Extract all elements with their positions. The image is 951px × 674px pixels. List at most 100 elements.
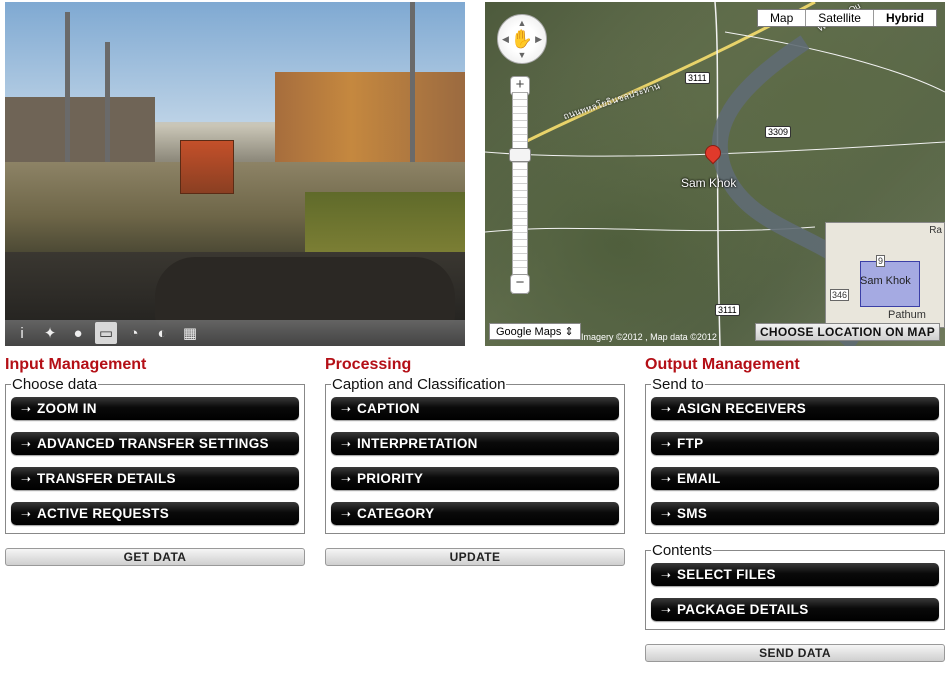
choose-data-group: Choose data ➝ ZOOM IN ➝ ADVANCED TRANSFE… — [5, 376, 305, 534]
road-badge: 3111 — [685, 72, 710, 84]
arrow-icon: ➝ — [660, 602, 672, 617]
overview-city-label: Pathum — [888, 309, 926, 321]
hand-icon: ✋ — [510, 28, 534, 49]
overview-map[interactable]: Sam Khok Pathum 346 9 Ra — [825, 222, 945, 328]
pan-right-icon[interactable]: ▶ — [535, 34, 542, 45]
button-label: PACKAGE DETAILS — [677, 602, 809, 617]
overview-road-badge: 9 — [876, 255, 886, 267]
map-type-selector: Map Satellite Hybrid — [756, 9, 937, 27]
group-legend: Choose data — [12, 376, 98, 393]
group-legend: Send to — [652, 376, 704, 393]
send-to-group: Send to ➝ ASIGN RECEIVERS ➝ FTP ➝ EMAIL … — [645, 376, 945, 534]
rectangle-tool-icon[interactable]: ▭ — [95, 322, 117, 344]
arrow-icon: ➝ — [340, 471, 352, 486]
arrow-icon: ➝ — [660, 471, 672, 486]
button-label: INTERPRETATION — [357, 436, 478, 451]
section-title: Processing — [325, 356, 412, 373]
button-label: ASIGN RECEIVERS — [677, 401, 807, 416]
select-files-button[interactable]: ➝ SELECT FILES — [651, 563, 939, 586]
pan-up-icon[interactable]: ▲ — [518, 18, 527, 28]
info-icon[interactable]: i — [11, 322, 33, 344]
input-management-section: Input Management Choose data ➝ ZOOM IN ➝… — [5, 356, 305, 566]
arrow-icon: ➝ — [340, 436, 352, 451]
transfer-details-button[interactable]: ➝ TRANSFER DETAILS — [11, 467, 299, 490]
zoom-slider-handle[interactable] — [509, 148, 531, 162]
map-type-hybrid-button[interactable]: Hybrid — [872, 10, 936, 26]
caption-classification-group: Caption and Classification ➝ CAPTION ➝ I… — [325, 376, 625, 534]
photo-foreground-object — [155, 257, 455, 327]
pin-label: Sam Khok — [681, 176, 737, 190]
road-badge: 3111 — [715, 304, 740, 316]
arrow-icon: ➝ — [660, 506, 672, 521]
overview-corner-label: Ra — [929, 225, 942, 236]
arrow-icon: ➝ — [660, 401, 672, 416]
processing-section: Processing Caption and Classification ➝ … — [325, 356, 625, 566]
stamp-icon[interactable]: ▦ — [179, 322, 201, 344]
button-label: CAPTION — [357, 401, 420, 416]
photo-building-left — [5, 97, 155, 167]
zoom-in-data-button[interactable]: ➝ ZOOM IN — [11, 397, 299, 420]
caption-button[interactable]: ➝ CAPTION — [331, 397, 619, 420]
arrow-icon: ➝ — [20, 471, 32, 486]
overview-road-badge: 346 — [830, 289, 850, 301]
choose-location-button[interactable]: CHOOSE LOCATION ON MAP — [754, 323, 940, 341]
advanced-transfer-settings-button[interactable]: ➝ ADVANCED TRANSFER SETTINGS — [11, 432, 299, 455]
assign-receivers-button[interactable]: ➝ ASIGN RECEIVERS — [651, 397, 939, 420]
road-badge: 3309 — [765, 126, 792, 138]
button-label: ZOOM IN — [37, 401, 97, 416]
compass-icon[interactable]: ✦ — [39, 322, 61, 344]
update-button[interactable]: UPDATE — [325, 548, 625, 566]
contents-group: Contents ➝ SELECT FILES ➝ PACKAGE DETAIL… — [645, 542, 945, 630]
map-source-select[interactable]: Google Maps ⇕ — [489, 323, 581, 340]
button-label: EMAIL — [677, 471, 721, 486]
button-label: SMS — [677, 506, 708, 521]
button-label: ACTIVE REQUESTS — [37, 506, 170, 521]
map-view[interactable]: ถนนพหลโยธินชลประทาน 3111 3309 3111 Weste… — [485, 2, 945, 346]
email-button[interactable]: ➝ EMAIL — [651, 467, 939, 490]
photo-utility-pole — [105, 42, 110, 167]
zoom-slider-track[interactable] — [512, 92, 528, 294]
pan-control[interactable]: ▲ ▼ ◀ ▶ ✋ — [497, 14, 547, 64]
arrow-icon: ➝ — [340, 401, 352, 416]
priority-button[interactable]: ➝ PRIORITY — [331, 467, 619, 490]
zoom-out-button[interactable]: − — [510, 274, 530, 294]
button-label: TRANSFER DETAILS — [37, 471, 176, 486]
map-type-map-button[interactable]: Map — [757, 10, 806, 26]
button-label: FTP — [677, 436, 704, 451]
speedometer-icon[interactable]: ◔ — [123, 322, 145, 344]
button-label: CATEGORY — [357, 506, 435, 521]
sms-button[interactable]: ➝ SMS — [651, 502, 939, 525]
group-legend: Contents — [652, 542, 713, 559]
arrow-icon: ➝ — [340, 506, 352, 521]
section-title: Output Management — [645, 356, 800, 373]
arrow-icon: ➝ — [20, 506, 32, 521]
button-label: SELECT FILES — [677, 567, 776, 582]
ftp-button[interactable]: ➝ FTP — [651, 432, 939, 455]
package-details-button[interactable]: ➝ PACKAGE DETAILS — [651, 598, 939, 621]
arrow-icon: ➝ — [20, 401, 32, 416]
interpretation-button[interactable]: ➝ INTERPRETATION — [331, 432, 619, 455]
arrow-icon: ➝ — [660, 436, 672, 451]
output-management-section: Output Management Send to ➝ ASIGN RECEIV… — [645, 356, 945, 662]
photo-grass — [305, 192, 465, 252]
person-icon[interactable]: ● — [67, 322, 89, 344]
button-label: PRIORITY — [357, 471, 424, 486]
pan-down-icon[interactable]: ▼ — [518, 50, 527, 60]
get-data-button[interactable]: GET DATA — [5, 548, 305, 566]
active-requests-button[interactable]: ➝ ACTIVE REQUESTS — [11, 502, 299, 525]
tag-icon[interactable]: ◐ — [151, 322, 173, 344]
arrow-icon: ➝ — [660, 567, 672, 582]
pan-left-icon[interactable]: ◀ — [502, 34, 509, 45]
map-source-label: Google Maps — [496, 326, 562, 338]
overview-place-label: Sam Khok — [860, 275, 911, 287]
send-data-button[interactable]: SEND DATA — [645, 644, 945, 662]
photo-utility-pole — [65, 12, 70, 172]
category-button[interactable]: ➝ CATEGORY — [331, 502, 619, 525]
chevron-updown-icon: ⇕ — [564, 326, 574, 338]
street-photo[interactable]: i ✦ ● ▭ ◔ ◐ ▦ — [5, 2, 465, 346]
map-type-satellite-button[interactable]: Satellite — [805, 10, 873, 26]
photo-toolbar: i ✦ ● ▭ ◔ ◐ ▦ — [5, 320, 465, 346]
group-legend: Caption and Classification — [332, 376, 506, 393]
section-title: Input Management — [5, 356, 147, 373]
photo-truck — [180, 140, 234, 194]
